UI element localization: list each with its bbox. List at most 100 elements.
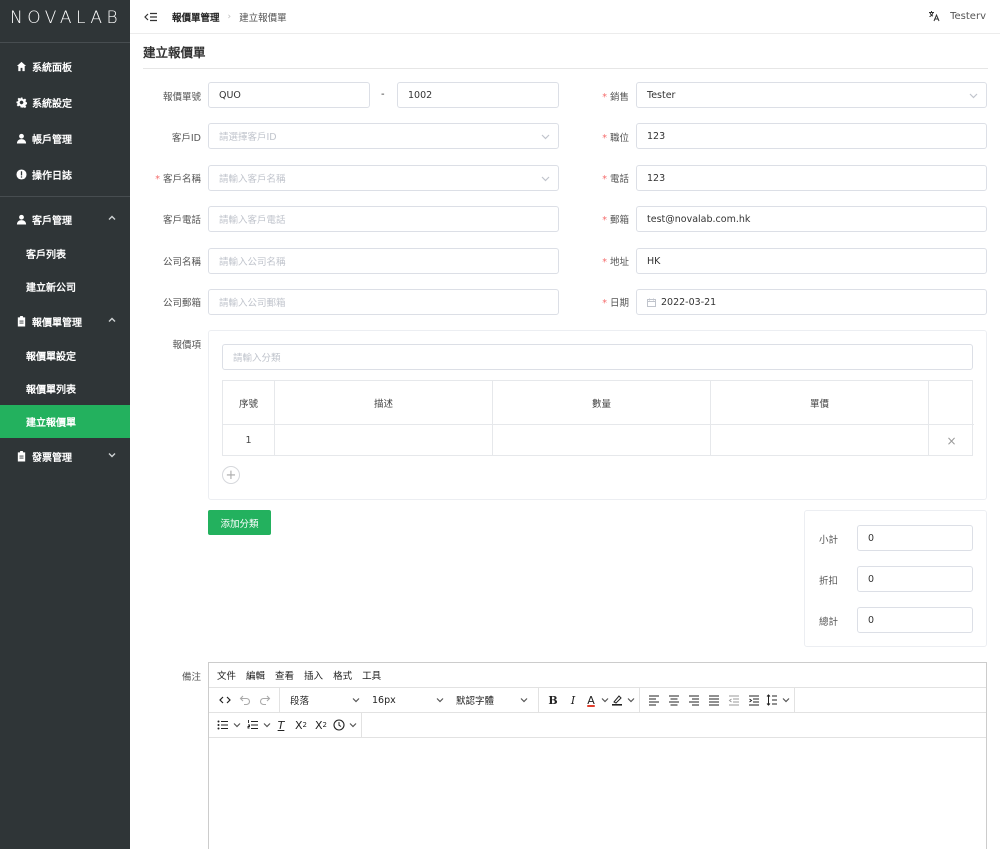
outdent-icon[interactable]: [724, 690, 744, 710]
quote-number-input[interactable]: 1002: [397, 82, 559, 108]
sidebar-item-dashboard[interactable]: 系統面板: [0, 48, 130, 84]
align-justify-icon[interactable]: [704, 690, 724, 710]
collapse-sidebar-icon[interactable]: [144, 11, 158, 23]
sidebar-item-customer-list[interactable]: 客戶列表: [0, 237, 130, 270]
total-input[interactable]: 0: [857, 607, 973, 633]
user-icon: [16, 133, 27, 144]
font-family-select[interactable]: 默認字體: [450, 690, 534, 710]
source-code-icon[interactable]: [215, 690, 235, 710]
chevron-down-icon: [520, 696, 528, 704]
main-content: 建立報價單: [143, 34, 988, 69]
align-left-icon[interactable]: [644, 690, 664, 710]
redo-icon[interactable]: [255, 690, 275, 710]
remarks-label: 備注: [181, 672, 201, 683]
translate-icon[interactable]: [928, 10, 940, 22]
menu-tools[interactable]: 工具: [362, 668, 381, 682]
indent-icon[interactable]: [744, 690, 764, 710]
customer-phone-input[interactable]: 請輸入客戶電話: [208, 206, 559, 232]
sidebar-group-label: 報價單管理: [32, 317, 82, 329]
discount-input[interactable]: 0: [857, 566, 973, 592]
sales-select[interactable]: Tester: [636, 82, 987, 108]
company-email-label: 公司郵箱: [162, 298, 201, 309]
column-header-quantity: 數量: [493, 381, 711, 424]
clear-format-icon[interactable]: T: [271, 715, 291, 735]
phone-input[interactable]: 123: [636, 165, 987, 191]
chevron-down-icon[interactable]: [233, 721, 241, 729]
block-format-select[interactable]: 段落: [284, 690, 366, 710]
bold-icon[interactable]: B: [543, 690, 563, 710]
sidebar-group-customers[interactable]: 客戶管理: [0, 201, 130, 237]
toolbar-separator: [794, 687, 795, 713]
sidebar-item-new-company[interactable]: 建立新公司: [0, 270, 130, 303]
menu-insert[interactable]: 插入: [304, 668, 323, 682]
sidebar-item-accounts[interactable]: 帳戶管理: [0, 120, 130, 156]
customer-id-label: 客戶ID: [171, 133, 201, 144]
sidebar-item-logs[interactable]: 操作日誌: [0, 156, 130, 192]
chevron-down-icon[interactable]: [263, 721, 271, 729]
row-description-cell[interactable]: [275, 424, 493, 456]
align-right-icon[interactable]: [684, 690, 704, 710]
row-no-cell: 1: [223, 424, 275, 456]
sidebar-item-quotation-settings[interactable]: 報價單設定: [0, 339, 130, 372]
category-input[interactable]: 請輸入分類: [222, 344, 973, 370]
row-price-cell[interactable]: [711, 424, 929, 456]
brand-logo[interactable]: NOVALAB: [0, 0, 130, 36]
user-menu[interactable]: Testerv: [950, 11, 986, 22]
superscript-icon[interactable]: X2: [311, 715, 331, 735]
undo-icon[interactable]: [235, 690, 255, 710]
customer-name-label: * 客戶名稱: [155, 174, 201, 185]
chevron-down-icon[interactable]: [782, 696, 790, 704]
menu-format[interactable]: 格式: [333, 668, 352, 682]
add-row-icon[interactable]: +: [222, 466, 240, 484]
highlight-color-icon[interactable]: [609, 690, 625, 710]
italic-icon[interactable]: I: [563, 690, 583, 710]
column-header-no: 序號: [223, 381, 275, 424]
chevron-down-icon[interactable]: [627, 696, 635, 704]
remove-row-icon[interactable]: ×: [929, 424, 974, 456]
sidebar-item-create-quotation[interactable]: 建立報價單: [0, 405, 130, 438]
clock-icon[interactable]: [331, 715, 347, 735]
email-label: * 郵箱: [602, 215, 629, 226]
date-picker[interactable]: 2022-03-21: [636, 289, 987, 315]
add-category-button[interactable]: 添加分類: [208, 510, 271, 535]
align-center-icon[interactable]: [664, 690, 684, 710]
items-label: 報價項: [172, 340, 201, 351]
quote-prefix-input[interactable]: QUO: [208, 82, 370, 108]
font-size-select[interactable]: 16px: [366, 690, 450, 710]
row-quantity-cell[interactable]: [493, 424, 711, 456]
customer-id-select[interactable]: 請選擇客戶ID: [208, 123, 559, 149]
menu-view[interactable]: 查看: [275, 668, 294, 682]
sidebar-item-quotation-list[interactable]: 報價單列表: [0, 372, 130, 405]
subtotal-input[interactable]: 0: [857, 525, 973, 551]
chevron-down-icon: [969, 91, 978, 100]
menu-edit[interactable]: 編輯: [246, 668, 265, 682]
numbered-list-icon[interactable]: [245, 715, 261, 735]
company-email-input[interactable]: 請輸入公司郵箱: [208, 289, 559, 315]
toolbar-separator: [538, 687, 539, 713]
breadcrumb-parent[interactable]: 報價單管理: [172, 10, 220, 24]
address-input[interactable]: HK: [636, 248, 987, 274]
chevron-up-icon: [108, 214, 116, 222]
quote-no-separator: -: [381, 89, 385, 100]
breadcrumb-current: 建立報價單: [239, 12, 287, 24]
sidebar-group-quotations[interactable]: 報價單管理: [0, 303, 130, 339]
sidebar-group-invoices[interactable]: 發票管理: [0, 438, 130, 474]
customer-name-select[interactable]: 請輸入客戶名稱: [208, 165, 559, 191]
total-label: 總計: [818, 617, 838, 628]
menu-file[interactable]: 文件: [217, 668, 236, 682]
subtotal-label: 小計: [818, 535, 838, 546]
chevron-down-icon[interactable]: [601, 696, 609, 704]
title-input[interactable]: 123: [636, 123, 987, 149]
text-color-icon[interactable]: A: [583, 690, 599, 710]
sidebar-item-label: 系統面板: [32, 62, 72, 74]
gear-icon: [16, 96, 27, 108]
company-name-input[interactable]: 請輸入公司名稱: [208, 248, 559, 274]
email-input[interactable]: test@novalab.com.hk: [636, 206, 987, 232]
chevron-down-icon[interactable]: [349, 721, 357, 729]
bullet-list-icon[interactable]: [215, 715, 231, 735]
subscript-icon[interactable]: X2: [291, 715, 311, 735]
line-height-icon[interactable]: [764, 690, 780, 710]
sidebar: NOVALAB 系統面板 系統設定 帳戶管理 操作日誌 客戶管理 客戶列表 建立…: [0, 0, 130, 849]
sidebar-item-system-settings[interactable]: 系統設定: [0, 84, 130, 120]
editor-content-area[interactable]: [209, 738, 986, 849]
